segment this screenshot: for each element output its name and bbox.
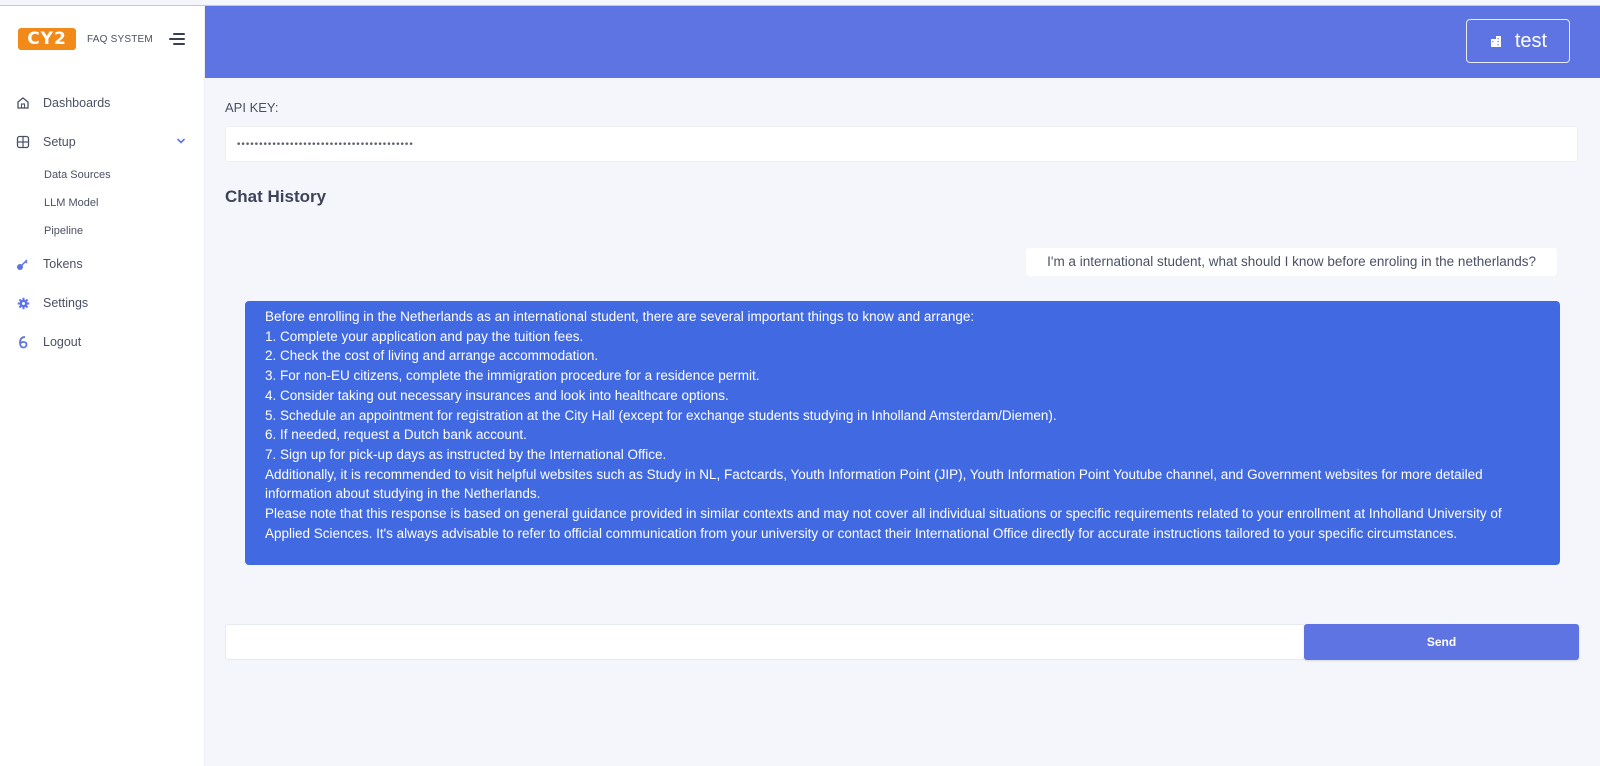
- brand[interactable]: CY2 FAQ SYSTEM: [18, 27, 153, 51]
- sidebar-item-label: Dashboards: [43, 96, 111, 110]
- sidebar-item-settings[interactable]: Settings: [15, 293, 190, 313]
- assistant-message-line: 6. If needed, request a Dutch bank accou…: [265, 427, 527, 443]
- sidebar-subitem-pipeline[interactable]: Pipeline: [44, 225, 83, 237]
- gear-icon: [15, 295, 31, 311]
- user-message-bubble: I'm a international student, what should…: [1026, 248, 1557, 276]
- api-key-input[interactable]: ••••••••••••••••••••••••••••••••••••••••: [225, 126, 1578, 162]
- sidebar-item-label: Tokens: [43, 257, 83, 271]
- main-content: API KEY: •••••••••••••••••••••••••••••••…: [205, 78, 1600, 766]
- assistant-message-line: 7. Sign up for pick-up days as instructe…: [265, 446, 667, 462]
- api-key-label: API KEY:: [225, 100, 279, 115]
- sidebar-item-label: Settings: [43, 296, 89, 310]
- logo: CY2: [18, 28, 76, 50]
- user-menu-button[interactable]: test: [1466, 19, 1570, 63]
- sidebar-item-label: Logout: [43, 335, 82, 349]
- sidebar: CY2 FAQ SYSTEM Dashboards Setup Data Sou…: [0, 6, 205, 766]
- chevron-down-icon[interactable]: [176, 135, 186, 149]
- assistant-message-line: Additionally, it is recommended to visit…: [265, 466, 1483, 502]
- logout-icon: [15, 334, 31, 350]
- app-frame: CY2 FAQ SYSTEM Dashboards Setup Data Sou…: [0, 5, 1600, 766]
- sidebar-item-logout[interactable]: Logout: [15, 332, 190, 352]
- sidebar-item-dashboards[interactable]: Dashboards: [15, 93, 190, 113]
- building-icon: [1489, 34, 1503, 48]
- sidebar-subitem-data-sources[interactable]: Data Sources: [44, 169, 111, 181]
- assistant-message-bubble: Before enrolling in the Netherlands as a…: [245, 301, 1560, 565]
- app-name: FAQ SYSTEM: [87, 33, 153, 45]
- sidebar-subitem-llm-model[interactable]: LLM Model: [44, 197, 98, 209]
- sidebar-item-tokens[interactable]: Tokens: [15, 254, 190, 274]
- sidebar-item-setup[interactable]: Setup: [15, 132, 190, 152]
- send-button[interactable]: Send: [1304, 624, 1579, 660]
- message-input[interactable]: [225, 624, 1305, 660]
- grid-icon: [15, 134, 31, 150]
- assistant-message-line: 3. For non-EU citizens, complete the imm…: [265, 368, 760, 384]
- assistant-message-line: 1. Complete your application and pay the…: [265, 328, 584, 344]
- assistant-message-line: 2. Check the cost of living and arrange …: [265, 348, 599, 364]
- sidebar-item-label: Setup: [43, 135, 76, 149]
- assistant-message-line: 5. Schedule an appointment for registrat…: [265, 407, 1057, 423]
- menu-toggle-icon[interactable]: [169, 33, 185, 47]
- assistant-message-line: 4. Consider taking out necessary insuran…: [265, 387, 729, 403]
- user-label: test: [1514, 29, 1548, 52]
- chat-history-title: Chat History: [225, 187, 327, 206]
- assistant-message-line: Please note that this response is based …: [265, 506, 1502, 541]
- home-icon: [15, 95, 31, 111]
- key-icon: [15, 256, 31, 272]
- top-header: test: [205, 6, 1600, 78]
- assistant-message-line: Before enrolling in the Netherlands as a…: [265, 309, 975, 324]
